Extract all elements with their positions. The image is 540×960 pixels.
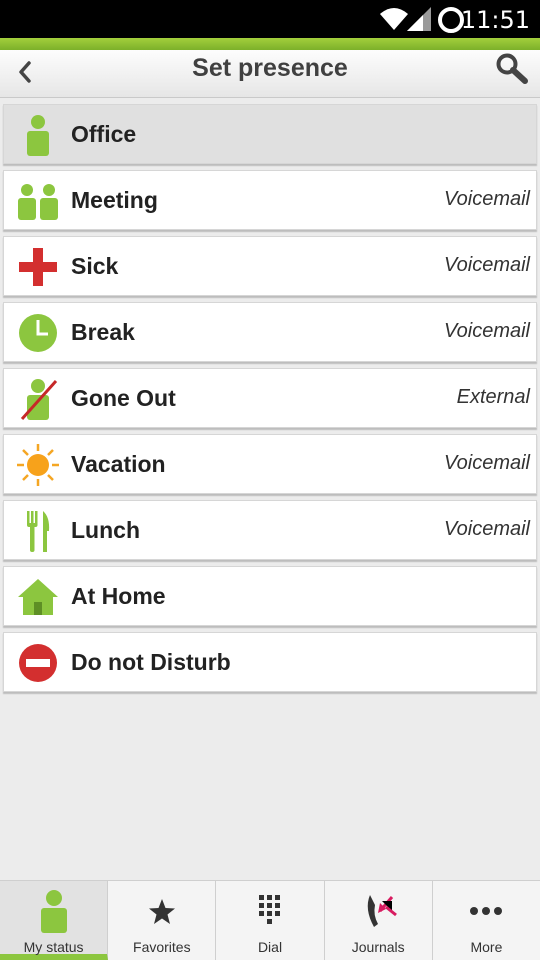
tab-label: Dial: [257, 939, 283, 955]
tab-dial[interactable]: Dial: [216, 881, 325, 960]
presence-forward: Voicemail: [444, 320, 530, 342]
presence-label: Break: [71, 319, 135, 345]
accent-bar: [0, 38, 540, 50]
presence-label: Gone Out: [71, 385, 176, 411]
bottom-tab-bar: My status Favorites Dial Journals More: [0, 880, 540, 960]
meeting-icon: [18, 184, 58, 220]
presence-label: Sick: [71, 253, 119, 279]
presence-list: Office Meeting Voicemail Sick Voicemail …: [3, 104, 537, 698]
presence-item-do-not-disturb[interactable]: Do not Disturb: [3, 632, 537, 692]
dialpad-icon: [259, 895, 280, 924]
tab-label: Favorites: [133, 939, 191, 955]
presence-label: Vacation: [71, 451, 166, 477]
presence-item-gone-out[interactable]: Gone Out External: [3, 368, 537, 428]
person-icon: [40, 890, 67, 933]
person-crossed-icon: [20, 379, 58, 421]
no-entry-icon: [19, 644, 57, 682]
presence-item-office[interactable]: Office: [3, 104, 537, 164]
presence-label: Meeting: [71, 187, 158, 213]
presence-forward: Voicemail: [444, 518, 530, 540]
sun-icon: [17, 444, 59, 486]
presence-item-sick[interactable]: Sick Voicemail: [3, 236, 537, 296]
more-dots-icon: [470, 907, 503, 915]
presence-item-lunch[interactable]: Lunch Voicemail: [3, 500, 537, 560]
tab-my-status[interactable]: My status: [0, 881, 109, 960]
wifi-icon: [380, 8, 408, 30]
presence-forward: External: [456, 386, 530, 408]
person-icon: [27, 115, 49, 156]
presence-item-break[interactable]: Break Voicemail: [3, 302, 537, 362]
phone-log-icon: [367, 895, 398, 927]
presence-label: Do not Disturb: [71, 649, 231, 675]
status-bar: 11:51: [0, 0, 540, 38]
presence-label: At Home: [71, 583, 166, 609]
clock-icon: [19, 314, 57, 352]
search-icon[interactable]: [492, 52, 532, 86]
presence-forward: Voicemail: [444, 188, 530, 210]
tab-label: Journals: [351, 939, 405, 955]
presence-item-meeting[interactable]: Meeting Voicemail: [3, 170, 537, 230]
presence-item-vacation[interactable]: Vacation Voicemail: [3, 434, 537, 494]
tab-more[interactable]: More: [433, 881, 540, 960]
presence-item-at-home[interactable]: At Home: [3, 566, 537, 626]
signal-icon: [407, 7, 431, 31]
presence-label: Lunch: [71, 517, 140, 543]
tab-label: More: [470, 939, 503, 955]
tab-journals[interactable]: Journals: [325, 881, 433, 960]
fork-knife-icon: [27, 511, 50, 552]
star-icon: [148, 899, 175, 924]
house-icon: [18, 579, 58, 615]
presence-label: Office: [71, 121, 137, 147]
presence-forward: Voicemail: [444, 254, 530, 276]
tab-label: My status: [23, 939, 84, 955]
red-cross-icon: [19, 248, 57, 286]
app-header: Set presence: [0, 50, 540, 98]
status-time: 11:51: [460, 6, 530, 34]
page-title: Set presence: [192, 54, 348, 82]
tab-favorites[interactable]: Favorites: [108, 881, 217, 960]
presence-forward: Voicemail: [444, 452, 530, 474]
